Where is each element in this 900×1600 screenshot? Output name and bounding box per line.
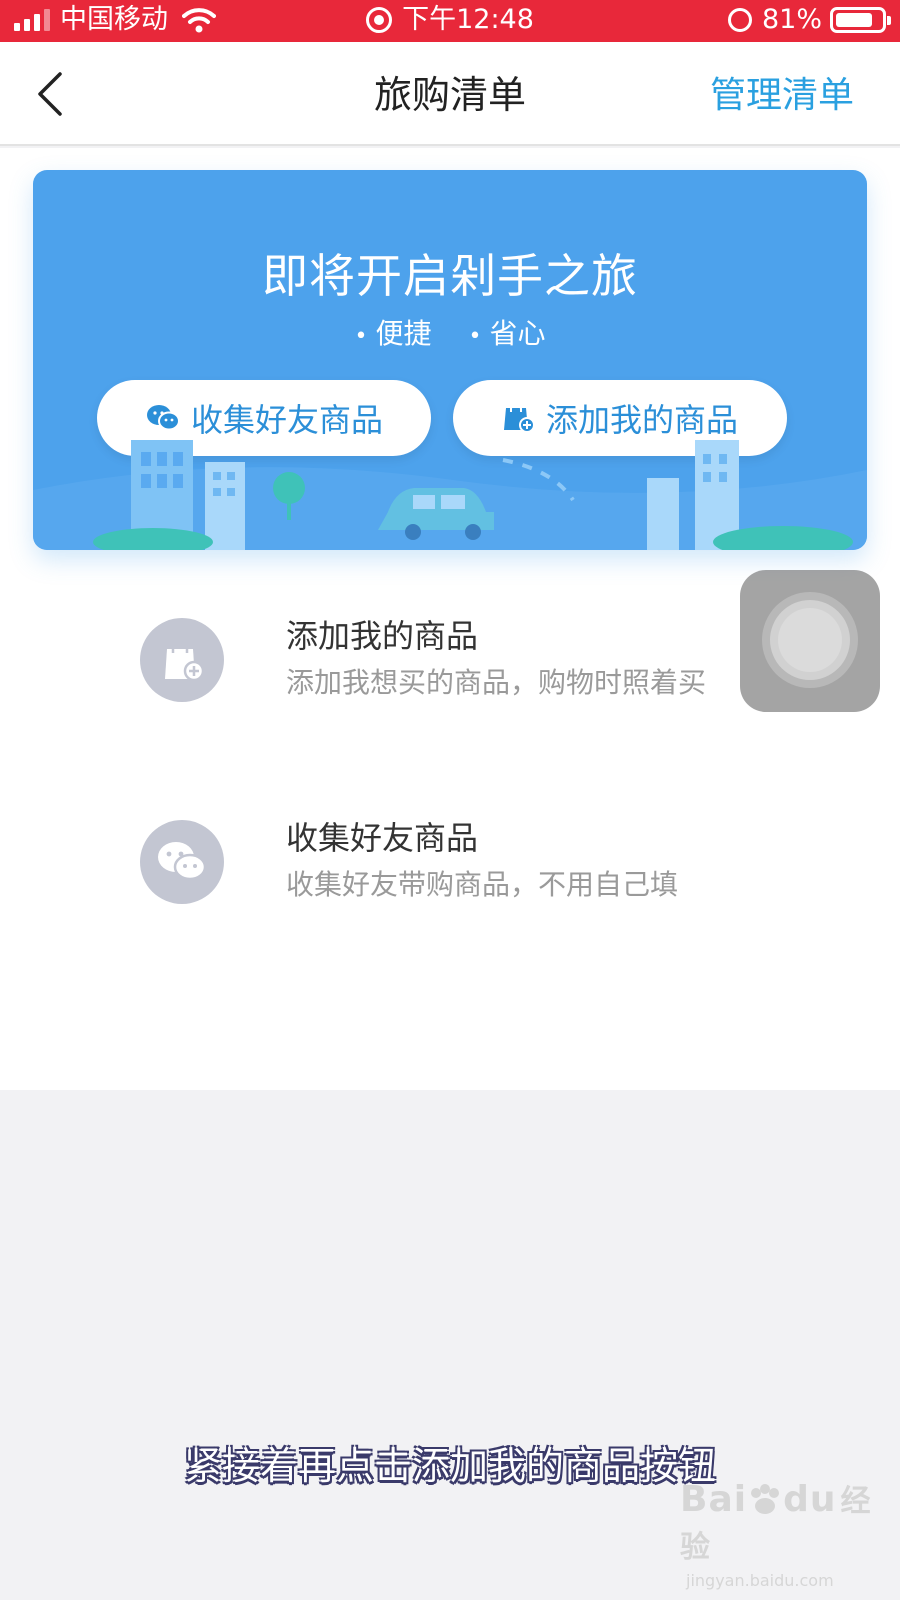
battery-icon [830, 7, 891, 33]
city-scenery-illustration [33, 440, 867, 550]
status-right: 81% [727, 4, 891, 36]
banner-headline: 即将开启剁手之旅 [262, 249, 638, 303]
shopping-bag-add-icon [503, 403, 535, 433]
option-title: 添加我的商品 [286, 617, 479, 655]
shopping-bag-add-icon [140, 618, 224, 702]
main-content: 即将开启剁手之旅 便捷 省心 收集好友商品 添加我的商品 [0, 148, 900, 1090]
wechat-icon [146, 405, 180, 431]
collect-friend-items-option[interactable]: 收集好友商品 收集好友带购商品，不用自己填 [0, 808, 900, 938]
banner-tag: 省心 [468, 317, 545, 350]
promo-banner: 即将开启剁手之旅 便捷 省心 收集好友商品 添加我的商品 [33, 170, 867, 550]
collect-button-label: 收集好友商品 [190, 401, 383, 439]
watermark-url: jingyan.baidu.com [686, 1571, 834, 1590]
battery-percent: 81% [761, 4, 822, 35]
baidu-jingyan-watermark: Bai du 经验 jingyan.baidu.com [680, 1478, 880, 1590]
add-button-label: 添加我的商品 [545, 401, 738, 439]
status-time: 下午12:48 [402, 4, 534, 35]
rotation-lock-icon [727, 8, 752, 32]
watermark-logo: Bai du 经验 [680, 1479, 872, 1565]
status-bar: 中国移动 下午12:48 81% [0, 0, 900, 42]
option-title: 收集好友商品 [286, 819, 479, 857]
option-description: 收集好友带购商品，不用自己填 [286, 868, 679, 901]
banner-tag: 便捷 [355, 317, 432, 350]
option-description: 添加我想买的商品，购物时照着买 [286, 666, 707, 699]
add-my-items-option[interactable]: 添加我的商品 添加我想买的商品，购物时照着买 [0, 606, 900, 736]
banner-tags: 便捷 省心 [33, 316, 867, 355]
manage-list-button[interactable]: 管理清单 [710, 72, 854, 120]
wechat-icon [140, 820, 224, 904]
screen-record-icon [366, 7, 393, 33]
paw-icon [751, 1484, 780, 1514]
nav-bar: 旅购清单 管理清单 [0, 42, 900, 146]
